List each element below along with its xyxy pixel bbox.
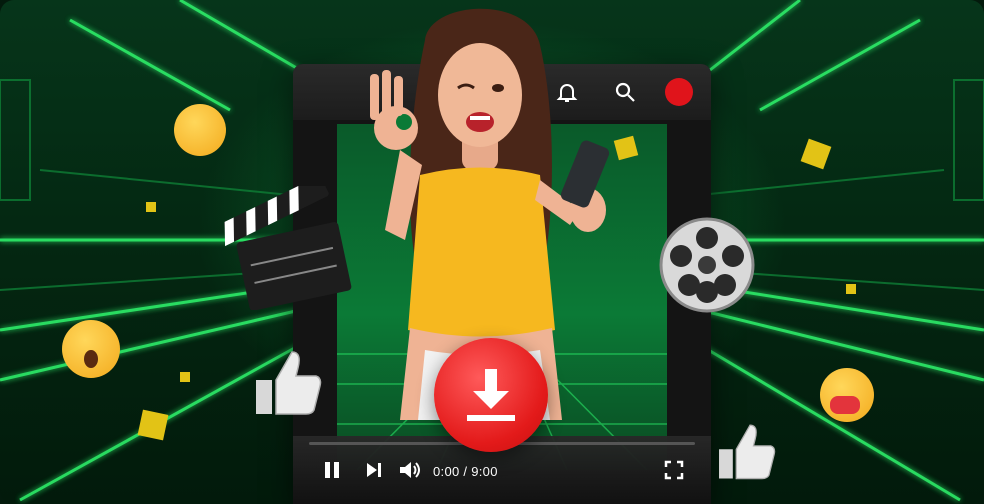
gold-cube-decoration: [180, 372, 190, 382]
hugging-emoji-icon: [820, 368, 874, 422]
hero-banner: 0:00 / 9:00: [0, 0, 984, 504]
thumbs-up-icon-right: [719, 424, 776, 480]
volume-icon[interactable]: [397, 456, 423, 484]
next-icon[interactable]: [361, 456, 387, 484]
gold-cube-decoration: [146, 202, 156, 212]
laughing-emoji-icon: [174, 104, 226, 156]
pause-icon[interactable]: [319, 456, 345, 484]
gold-cube-decoration: [846, 284, 856, 294]
download-icon: [467, 369, 515, 421]
film-reel-icon: [659, 217, 755, 313]
clapperboard-icon: [224, 186, 352, 310]
record-icon[interactable]: [665, 78, 693, 106]
surprised-emoji-icon: [62, 320, 120, 378]
gold-cube-decoration: [137, 409, 169, 441]
fullscreen-icon[interactable]: [661, 456, 687, 484]
thumbs-up-icon: [256, 351, 322, 415]
time-display: 0:00 / 9:00: [433, 464, 498, 479]
download-button[interactable]: [434, 338, 548, 452]
